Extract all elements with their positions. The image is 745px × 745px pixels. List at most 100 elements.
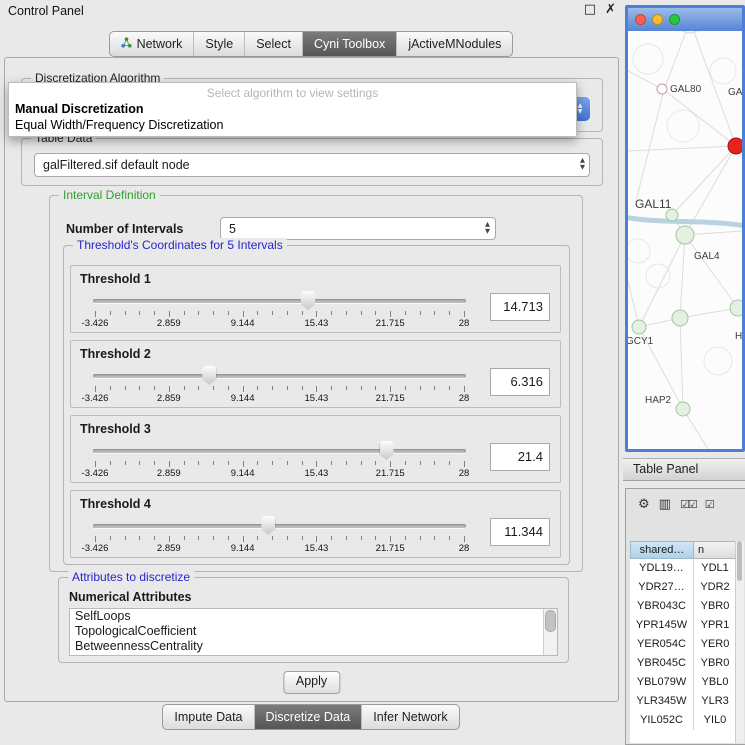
columns-icon[interactable]: ▥ [659, 497, 671, 512]
table-row[interactable]: YLR345WYLR3 [630, 692, 736, 711]
attributes-listbox: SelfLoops TopologicalCoefficient Between… [69, 608, 558, 656]
threshold-slider[interactable]: -3.4262.8599.14415.4321.71528 [81, 515, 478, 555]
dropdown-option[interactable]: Equal Width/Frequency Discretization [9, 117, 576, 133]
scrollbar-thumb[interactable] [737, 541, 742, 581]
network-node[interactable] [676, 402, 690, 416]
slider-tick [405, 386, 406, 390]
tab-network[interactable]: Network [110, 32, 194, 56]
table-cell[interactable]: YDL19… [630, 559, 694, 578]
close-traffic-light-icon[interactable] [635, 14, 646, 25]
slider-tick [198, 386, 199, 390]
table-cell[interactable]: YBR0 [694, 654, 736, 673]
threshold-value-input[interactable]: 14.713 [490, 293, 550, 321]
table-row[interactable]: YER054CYER0 [630, 635, 736, 654]
checkbox-icon[interactable]: ☑ [705, 498, 713, 511]
slider-thumb[interactable] [202, 366, 216, 385]
threshold-value-input[interactable]: 11.344 [490, 518, 550, 546]
slider-track[interactable] [93, 524, 466, 528]
column-header-name[interactable]: n [694, 541, 736, 559]
table-scrollbar[interactable] [735, 541, 744, 743]
network-node[interactable] [678, 31, 702, 33]
threshold-label: Threshold 2 [80, 347, 151, 361]
slider-scale-label: 28 [459, 468, 470, 479]
table-data-combobox[interactable]: galFiltered.sif default node [34, 153, 590, 177]
slider-track[interactable] [93, 299, 466, 303]
table-cell[interactable]: YBL0 [694, 673, 736, 692]
network-node[interactable] [728, 138, 742, 154]
slider-tick [228, 311, 229, 315]
table-cell[interactable]: YPR145W [630, 616, 694, 635]
tab-cyni-toolbox[interactable]: Cyni Toolbox [302, 32, 396, 56]
number-of-intervals-combobox[interactable]: 5 [220, 217, 496, 240]
tab-select[interactable]: Select [244, 32, 302, 56]
table-row[interactable]: YDL19…YDL1 [630, 559, 736, 578]
table-panel-titlebar[interactable]: Table Panel [623, 458, 745, 481]
threshold-value-input[interactable]: 6.316 [490, 368, 550, 396]
slider-tick [361, 461, 362, 465]
network-node[interactable] [672, 310, 688, 326]
combo-arrows-icon[interactable]: ▲▼ [580, 157, 585, 171]
network-node[interactable] [676, 226, 694, 244]
table-cell[interactable]: YBL079W [630, 673, 694, 692]
apply-button[interactable]: Apply [283, 671, 340, 694]
slider-tick [184, 536, 185, 540]
table-cell[interactable]: YBR045C [630, 654, 694, 673]
slider-tick [154, 386, 155, 390]
table-cell[interactable]: YLR345W [630, 692, 694, 711]
table-cell[interactable]: YDL1 [694, 559, 736, 578]
table-row[interactable]: YDR27…YDR2 [630, 578, 736, 597]
table-row[interactable]: YBR043CYBR0 [630, 597, 736, 616]
table-cell[interactable]: YLR3 [694, 692, 736, 711]
slider-scale-label: 28 [459, 543, 470, 554]
table-cell[interactable]: YER054C [630, 635, 694, 654]
slider-thumb[interactable] [380, 441, 394, 460]
threshold-slider[interactable]: -3.4262.8599.14415.4321.71528 [81, 365, 478, 405]
select-all-columns-icon[interactable]: ☑☑ [680, 498, 696, 511]
network-canvas[interactable]: GAL80GAGAL11GAL4GCY1HHAP2 [628, 31, 742, 449]
table-cell[interactable]: YIL052C [630, 711, 694, 730]
list-item[interactable]: BetweennessCentrality [70, 639, 557, 654]
float-window-icon[interactable]: □ [584, 2, 596, 17]
minimize-traffic-light-icon[interactable] [652, 14, 663, 25]
table-cell[interactable]: YPR1 [694, 616, 736, 635]
scrollbar-thumb[interactable] [545, 610, 556, 632]
threshold-slider[interactable]: -3.4262.8599.14415.4321.71528 [81, 440, 478, 480]
tab-style[interactable]: Style [193, 32, 244, 56]
table-cell[interactable]: YER0 [694, 635, 736, 654]
table-cell[interactable]: YBR043C [630, 597, 694, 616]
table-row[interactable]: YIL052CYIL0 [630, 711, 736, 730]
list-item[interactable]: TopologicalCoefficient [70, 624, 557, 639]
gear-icon[interactable]: ⚙ [638, 497, 650, 512]
slider-track[interactable] [93, 374, 466, 378]
table-cell[interactable]: YBR0 [694, 597, 736, 616]
slider-thumb[interactable] [261, 516, 275, 535]
list-scrollbar[interactable] [543, 609, 557, 655]
threshold-value-input[interactable]: 21.4 [490, 443, 550, 471]
network-node[interactable] [730, 300, 742, 316]
column-header-shared[interactable]: shared… [630, 541, 694, 559]
table-row[interactable]: YBL079WYBL0 [630, 673, 736, 692]
dropdown-option[interactable]: Manual Discretization [9, 101, 576, 117]
tab-discretize-data[interactable]: Discretize Data [254, 705, 362, 729]
table-cell[interactable]: YDR2 [694, 578, 736, 597]
table-row[interactable]: YPR145WYPR1 [630, 616, 736, 635]
slider-thumb[interactable] [301, 291, 315, 310]
tab-impute-data[interactable]: Impute Data [163, 705, 253, 729]
table-cell[interactable]: YDR27… [630, 578, 694, 597]
network-node[interactable] [657, 84, 667, 94]
tab-infer-network[interactable]: Infer Network [361, 705, 458, 729]
network-node[interactable] [632, 320, 646, 334]
slider-track[interactable] [93, 449, 466, 453]
list-item[interactable]: SelfLoops [70, 609, 557, 624]
close-icon[interactable]: ✗ [605, 2, 616, 17]
tab-jactivemnodules[interactable]: jActiveMNodules [396, 32, 512, 56]
slider-tick [125, 386, 126, 390]
threshold-slider[interactable]: -3.4262.8599.14415.4321.71528 [81, 290, 478, 330]
thresholds-group: Threshold's Coordinates for 5 Intervals … [63, 245, 570, 565]
network-window-titlebar[interactable] [628, 8, 742, 31]
table-cell[interactable]: YIL0 [694, 711, 736, 730]
zoom-traffic-light-icon[interactable] [669, 14, 680, 25]
slider-tick [302, 536, 303, 540]
table-row[interactable]: YBR045CYBR0 [630, 654, 736, 673]
combo-arrows-icon[interactable]: ▲▼ [485, 221, 490, 235]
